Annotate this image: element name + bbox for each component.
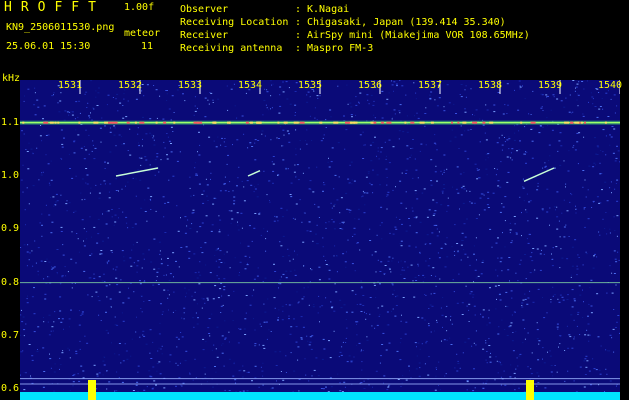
y-tick-label: 1.1 xyxy=(1,116,20,128)
detection-spike xyxy=(526,380,534,400)
carrier-hotspot xyxy=(404,121,407,124)
info-row: Receiving Location: Chigasaki, Japan (139… xyxy=(180,17,506,28)
station-info: Observer: K.Nagai Receiving Location: Chig… xyxy=(180,3,530,55)
app-title: HROFFT xyxy=(4,0,105,15)
carrier-hotspot xyxy=(564,121,570,124)
carrier-hotspot xyxy=(112,121,118,124)
carrier-hotspot xyxy=(472,121,478,124)
carrier-hotspot xyxy=(333,121,339,124)
carrier-hotspot xyxy=(249,121,253,124)
carrier-hotspot xyxy=(173,121,176,124)
carrier-hotspot xyxy=(410,121,415,124)
carrier-hotspot xyxy=(530,121,536,124)
spectrogram-plot xyxy=(20,80,620,400)
carrier-hotspot xyxy=(228,121,231,124)
x-tick-label: 1538 xyxy=(478,80,503,91)
carrier-hotspot xyxy=(277,121,280,124)
carrier-hotspot xyxy=(584,121,586,124)
meteor-label: meteor xyxy=(124,28,161,39)
carrier-hotspot xyxy=(155,121,158,124)
carrier-hotspot xyxy=(22,121,25,124)
info-value: Chigasaki, Japan (139.414 35.340) xyxy=(307,17,506,28)
carrier-hotspot xyxy=(163,121,167,124)
carrier-hotspot xyxy=(104,121,109,124)
info-key: Receiver xyxy=(180,30,229,41)
carrier-hotspot xyxy=(283,121,288,124)
info-row: Receiving antenna: Maspro FM-3 xyxy=(180,43,374,54)
carrier-hotspot xyxy=(380,121,384,124)
carrier-hotspot xyxy=(580,121,583,124)
carrier-hotspot xyxy=(419,121,425,124)
info-row: Observer: K.Nagai xyxy=(180,4,350,15)
carrier-hotspot xyxy=(319,121,323,124)
carrier-hotspot xyxy=(604,121,607,124)
capture-datetime: 25.06.01 15:30 xyxy=(6,41,91,52)
carrier-hotspot xyxy=(457,121,460,124)
info-key: Receiving Location xyxy=(180,17,289,28)
x-tick-label: 1532 xyxy=(118,80,143,91)
info-key: Observer xyxy=(180,4,229,15)
version-label: 1.00f xyxy=(124,2,155,13)
carrier-hotspot xyxy=(213,121,217,124)
carrier-hotspot xyxy=(93,121,99,124)
y-tick-label: 0.8 xyxy=(1,276,20,288)
carrier-hotspot xyxy=(520,121,523,124)
carrier-hotspot xyxy=(256,121,261,124)
carrier-hotspot xyxy=(49,121,54,124)
info-key: Receiving antenna xyxy=(180,43,283,54)
carrier-hotspot xyxy=(126,121,130,124)
x-tick-label: 1533 xyxy=(178,80,203,91)
carrier-hotspot xyxy=(193,121,199,124)
x-tick-label: 1540 xyxy=(598,80,623,91)
x-tick-label: 1535 xyxy=(298,80,323,91)
x-tick-label: 1539 xyxy=(538,80,563,91)
info-row: Receiver: AirSpy mini (Miakejima VOR 108.… xyxy=(180,30,530,41)
carrier-hotspot xyxy=(350,121,356,124)
carrier-hotspot xyxy=(430,121,434,124)
carrier-hotspot xyxy=(482,121,486,124)
carrier-hotspot xyxy=(54,121,57,124)
x-tick-label: 1537 xyxy=(418,80,443,91)
carrier-hotspot xyxy=(370,121,374,124)
header: HROFFT 1.00f KN9_2506011530.png meteor 2… xyxy=(0,0,629,76)
carrier-hotspot xyxy=(134,121,137,124)
carrier-hotspot xyxy=(78,121,81,124)
y-tick-label: 1.0 xyxy=(1,170,20,181)
carrier-hotspot xyxy=(451,121,453,124)
carrier-hotspot xyxy=(462,121,467,124)
y-tick-label: 0.9 xyxy=(1,223,20,235)
x-tick-label: 1534 xyxy=(238,80,263,91)
carrier-hotspot xyxy=(574,121,580,124)
carrier-hotspot xyxy=(43,121,49,124)
carrier-hotspot xyxy=(489,121,494,124)
detection-spike xyxy=(88,380,96,400)
carrier-hotspot xyxy=(299,121,305,124)
info-value: K.Nagai xyxy=(307,4,350,15)
carrier-hotspot xyxy=(345,121,350,124)
carrier-hotspot xyxy=(293,121,299,124)
carrier-hotspot xyxy=(245,121,249,124)
carrier-hotspot xyxy=(57,121,60,124)
x-tick-label: 1536 xyxy=(358,80,383,91)
info-value: AirSpy mini (Miakejima VOR 108.65MHz) xyxy=(307,30,530,41)
carrier-hotspot xyxy=(139,121,145,124)
meteor-count: 11 xyxy=(141,41,154,52)
carrier-hotspot xyxy=(386,121,392,124)
carrier-hotspot xyxy=(570,121,574,124)
carrier-hotspot xyxy=(108,121,113,124)
file-name: KN9_2506011530.png xyxy=(6,22,115,33)
y-tick-label: 0.7 xyxy=(1,330,20,341)
y-axis: 1.1 1.0 0.9 0.8 0.7 0.6 xyxy=(0,80,20,400)
y-tick-label: 0.6 xyxy=(1,383,20,395)
info-value: Maspro FM-3 xyxy=(307,43,374,54)
x-tick-label: 1531 xyxy=(58,80,83,91)
